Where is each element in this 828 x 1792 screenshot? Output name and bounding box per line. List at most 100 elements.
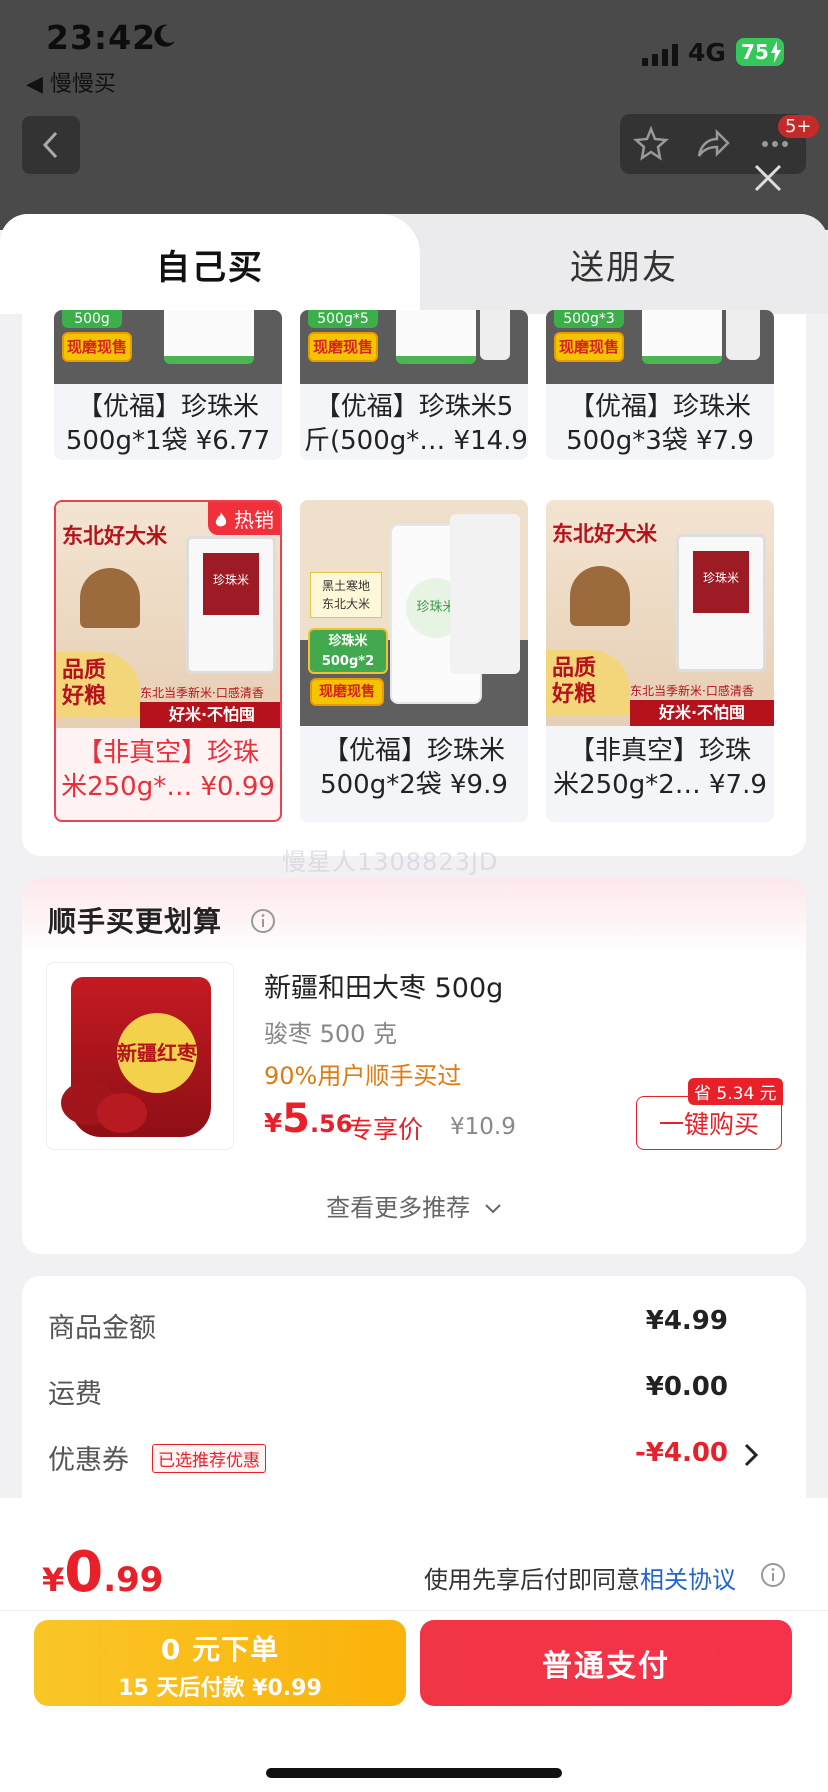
tab-self-buy[interactable]: 自己买 xyxy=(0,214,420,314)
tab-gift-friend[interactable]: 送朋友 xyxy=(420,214,828,314)
slogan: 东北当季新米·口感清香 xyxy=(140,686,264,700)
pay-later-subtitle: 15 天后付款 ¥0.99 xyxy=(118,1676,322,1701)
addon-price: ¥5.56 xyxy=(264,1096,352,1142)
product-option[interactable]: 500g*5 现磨现售 【优福】珍珠米5 斤(500g*… ¥14.9 xyxy=(300,310,528,460)
pack-box: 珍珠米 500g*2 xyxy=(308,628,388,674)
product-option[interactable]: 500g*3 现磨现售 【优福】珍珠米 500g*3袋 ¥7.9 xyxy=(546,310,774,460)
product-name-price: 米250g*… ¥0.99 xyxy=(61,772,275,802)
more-recommendations-link[interactable]: 查看更多推荐 xyxy=(22,1188,806,1223)
coupon-row[interactable]: 优惠券 已选推荐优惠 -¥4.00 xyxy=(48,1438,764,1478)
rice-bag xyxy=(164,310,254,364)
pack-label: 500g*3 xyxy=(554,310,624,328)
more-recommendations-label: 查看更多推荐 xyxy=(326,1194,471,1222)
addon-product-image[interactable]: 新疆红枣 xyxy=(46,962,234,1150)
product-option[interactable]: 珍珠米 黑土寒地 东北大米 珍珠米 500g*2 现磨现售 【优福】珍珠米 50… xyxy=(300,500,528,822)
checkout-bar: ¥0.99 使用先享后付即同意相关协议 0 元下单 15 天后付款 ¥0.99 … xyxy=(0,1498,828,1792)
hot-label: 热销 xyxy=(234,508,274,532)
image-headline: 东北好大米 xyxy=(62,524,167,548)
product-image: 珍珠米 黑土寒地 东北大米 珍珠米 500g*2 现磨现售 xyxy=(300,500,528,726)
hot-tag: 热销 xyxy=(207,502,280,535)
product-image: 500g*3 现磨现售 xyxy=(546,310,774,384)
promo-label: 现磨现售 xyxy=(310,678,384,706)
price-summary: 商品金额 ¥4.99 运费 ¥0.00 优惠券 已选推荐优惠 -¥4.00 xyxy=(22,1276,806,1516)
rice-bag xyxy=(726,310,760,360)
star-icon[interactable] xyxy=(633,126,669,162)
chevron-right-icon xyxy=(744,1443,759,1467)
status-bar: 23:42 ◀ 慢慢买 4G 75 xyxy=(0,0,828,100)
agreement-link[interactable]: 相关协议 xyxy=(640,1566,736,1594)
shipping-row: 运费 ¥0.00 xyxy=(48,1372,764,1412)
back-button[interactable] xyxy=(22,116,80,174)
pack-label: 500g xyxy=(62,310,122,328)
goods-amount-label: 商品金额 xyxy=(48,1313,156,1344)
promo-label: 现磨现售 xyxy=(308,332,378,362)
addon-title: 顺手买更划算 xyxy=(48,905,223,938)
total-currency: ¥ xyxy=(42,1561,65,1599)
product-image: 东北好大米 珍珠米 品质 好粮 东北当季新米·口感清香 好米·不怕囤 xyxy=(56,502,280,728)
shipping-label: 运费 xyxy=(48,1379,102,1410)
coupon-badge: 已选推荐优惠 xyxy=(152,1444,266,1473)
back-to-app-link[interactable]: ◀ 慢慢买 xyxy=(26,66,116,98)
product-image: 500g 现磨现售 xyxy=(54,310,282,384)
bag-label: 珍珠米 xyxy=(693,551,749,613)
product-name-price: 米250g*2… ¥7.9 xyxy=(553,770,767,800)
jujube xyxy=(97,1093,147,1133)
product-options: 500g 现磨现售 【优福】珍珠米 500g*1袋 ¥6.77 500g*5 现… xyxy=(22,310,806,856)
addon-product-name[interactable]: 新疆和田大枣 500g xyxy=(264,966,503,1005)
addon-spec: 骏枣 500 克 xyxy=(264,1020,398,1048)
divider xyxy=(0,1610,828,1611)
charging-icon xyxy=(771,41,781,63)
product-option[interactable]: 东北好大米 珍珠米 品质 好粮 东北当季新米·口感清香 好米·不怕囤 【非真空】… xyxy=(546,500,774,822)
origin-box: 黑土寒地 东北大米 xyxy=(310,572,382,618)
product-name: 【优福】珍珠米5 xyxy=(314,392,514,422)
normal-pay-button[interactable]: 普通支付 xyxy=(420,1620,792,1706)
rice-bag xyxy=(396,310,476,364)
battery-indicator: 75 xyxy=(736,38,784,66)
battery-level: 75 xyxy=(741,40,769,64)
quality-badge: 品质 好粮 xyxy=(546,650,630,716)
quality-badge: 品质 好粮 xyxy=(56,652,140,718)
info-icon[interactable] xyxy=(250,908,276,934)
share-icon[interactable] xyxy=(695,126,731,162)
product-image: 东北好大米 珍珠米 品质 好粮 东北当季新米·口感清香 好米·不怕囤 xyxy=(546,500,774,726)
product-name: 【非真空】珍珠 xyxy=(568,736,751,766)
price-currency: ¥ xyxy=(264,1109,283,1139)
product-image: 500g*5 现磨现售 xyxy=(300,310,528,384)
product-option[interactable]: 500g 现磨现售 【优福】珍珠米 500g*1袋 ¥6.77 xyxy=(54,310,282,460)
shipping-value: ¥0.00 xyxy=(645,1372,728,1402)
promo-label: 现磨现售 xyxy=(62,332,132,362)
pack-label: 500g*5 xyxy=(308,310,378,328)
pay-later-button[interactable]: 0 元下单 15 天后付款 ¥0.99 xyxy=(34,1620,406,1706)
price-integer: 5 xyxy=(282,1096,310,1142)
product-name-price: 500g*3袋 ¥7.9 xyxy=(566,426,754,456)
info-icon[interactable] xyxy=(760,1562,786,1588)
chevron-down-icon xyxy=(485,1204,501,1214)
product-name-price: 500g*1袋 ¥6.77 xyxy=(65,426,271,456)
product-name: 【优福】珍珠米 xyxy=(322,736,505,766)
home-indicator[interactable] xyxy=(266,1768,562,1778)
rice-bag: 珍珠米 xyxy=(676,534,766,672)
message-badge: 5+ xyxy=(778,115,819,138)
rice-bag xyxy=(480,310,510,360)
status-time: 23:42 xyxy=(46,18,157,57)
chevron-left-icon xyxy=(42,131,58,159)
signal-icon xyxy=(642,44,678,66)
addon-buyers-stat: 90%用户顺手买过 xyxy=(264,1062,462,1090)
bottom-banner: 好米·不怕囤 xyxy=(140,702,280,728)
purchase-sheet: 自己买 送朋友 500g 现磨现售 【优福】珍珠米 500g*1袋 ¥6.77 … xyxy=(0,214,828,1792)
total-integer: 0 xyxy=(64,1540,104,1605)
coupon-value: -¥4.00 xyxy=(634,1438,728,1468)
moon-icon xyxy=(154,24,175,47)
addon-recommendation: 顺手买更划算 新疆红枣 新疆和田大枣 500g 骏枣 500 克 90%用户顺手… xyxy=(22,878,806,1254)
rice-sack xyxy=(570,566,630,626)
product-option-selected[interactable]: 热销 东北好大米 珍珠米 品质 好粮 东北当季新米·口感清香 好米·不怕囤 【非… xyxy=(54,500,282,822)
rice-sack xyxy=(80,568,140,628)
bottom-banner: 好米·不怕囤 xyxy=(630,700,774,726)
close-icon[interactable] xyxy=(752,162,784,194)
agreement-text: 使用先享后付即同意相关协议 xyxy=(424,1560,736,1595)
pay-later-title: 0 元下单 xyxy=(160,1633,280,1666)
flame-icon xyxy=(215,512,226,527)
goods-amount-row: 商品金额 ¥4.99 xyxy=(48,1306,764,1346)
exclusive-price-tag: 专享价 xyxy=(348,1115,424,1144)
agreement-prefix: 使用先享后付即同意 xyxy=(424,1566,640,1594)
